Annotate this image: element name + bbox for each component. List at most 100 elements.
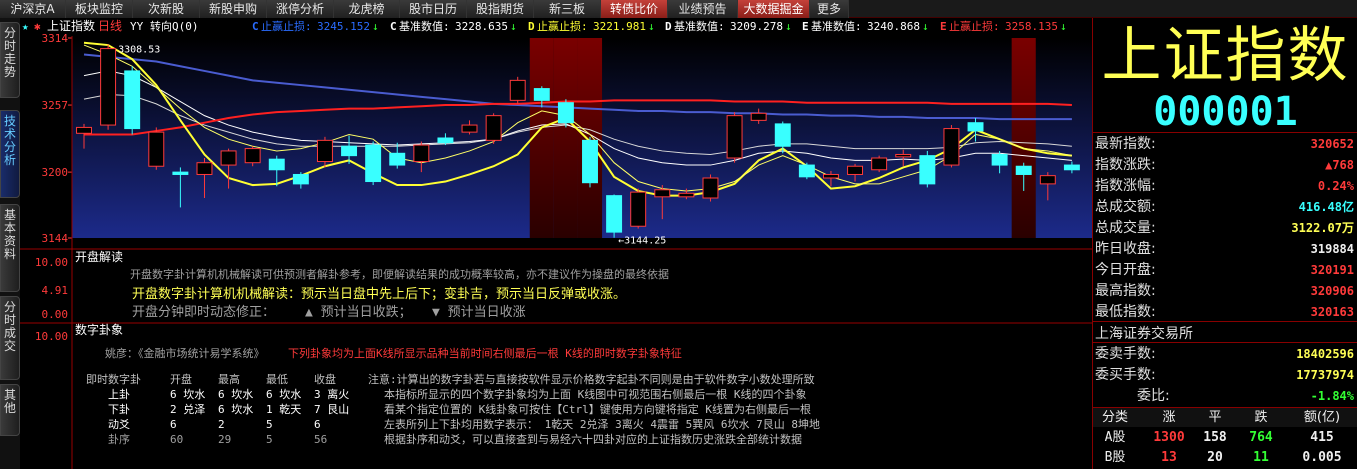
panel2-title: 开盘解读 [75,249,123,264]
yy-label: YY [130,20,144,33]
candle-body [895,153,912,158]
quote-label: 总成交额: [1095,199,1156,215]
candle-body [919,155,936,185]
candle-body [509,79,526,101]
candle-body [750,112,767,121]
candle-body [654,189,671,198]
breadth-cell: A股 [1104,430,1126,445]
candle-body [943,128,960,166]
candle-body [678,192,695,198]
gua-table-header: 收盘 [314,372,336,386]
nav-tab[interactable]: 新三板 [534,0,601,18]
breadth-header-cell: 涨 [1162,410,1176,425]
nav-tab[interactable]: 涨停分析 [267,0,334,18]
gua-table-cell: 2 兑泽 [170,402,205,416]
nav-tab[interactable]: 股指期货 [467,0,534,18]
candle-body [798,164,815,178]
candle-body [148,131,165,167]
left-tab[interactable]: 分时成交 [0,296,20,380]
nav-tab[interactable]: 次新股 [133,0,200,18]
gua-table-header: 最高 [218,372,240,386]
quote-row: 最高指数: 320906 [1093,281,1357,302]
gua-table-cell: 1 乾天 [266,403,301,416]
breadth-header-cell: 跌 [1254,410,1268,425]
header-item-value: 3240.868 [867,20,920,33]
panel2-forecast-down: ▲ 预计当日收跌； [305,304,412,320]
nav-tab[interactable]: 龙虎榜 [334,0,400,18]
gua-table-cell: 卦序 [108,432,130,446]
gua-table-cell: 6 [314,418,321,431]
candle-body [100,48,117,126]
gear-icon[interactable]: ✱ [34,20,41,33]
gua-table-cell: 6 坎水 [218,388,253,401]
candle-body [316,139,333,163]
header-item-value: 3209.278 [730,20,783,33]
left-tab[interactable]: 其他 [0,384,20,436]
quote-row: 指数涨跌: ▲768 [1093,155,1357,176]
panel2-correction-label: 开盘分钟即时动态修正： [132,304,275,320]
gua-table-cell: 6 坎水 [266,388,301,401]
breadth-cell: 11 [1253,450,1269,465]
header-item-prefix: E [940,20,947,33]
indicator-header: ★ ✱ 上证指数 日线 YY 转向Q(0) C 止赢止损: 3245.152 ↓ C 基准… [22,18,1067,33]
left-tab[interactable]: 技术分析 [0,110,20,198]
nav-tab[interactable]: 更多 [810,0,849,18]
breadth-cell: 415 [1310,430,1334,445]
nav-tab[interactable]: 新股申购 [200,0,267,18]
nav-tab[interactable]: 板块监控 [66,0,133,18]
quote-value: 319884 [1310,242,1354,256]
quote-value: 320906 [1310,284,1354,298]
nav-tab[interactable]: 业绩预告 [668,0,738,18]
gua-table-cell: 7 艮山 [314,403,349,416]
breadth-header-cell: 平 [1208,410,1222,425]
header-item-prefix: D [528,20,535,33]
candle-body [389,152,406,166]
down-arrow-icon: ↓ [372,20,379,33]
candle-body [124,70,141,130]
breadth-cell: 13 [1161,450,1177,465]
order-value: -1.84% [1310,389,1354,403]
panel2-ytick: 4.91 [42,284,69,297]
quote-panel: 上证指数 000001 最新指数: 320652 指数涨跌: ▲768 指数涨幅: 0.2… [1092,18,1357,469]
candle-body [533,88,550,101]
nav-tab[interactable]: 股市日历 [400,0,467,18]
gua-table-header: 即时数字卦 [86,372,141,386]
order-label: 委买手数: [1095,367,1156,383]
order-row: 委比: -1.84% [1093,386,1357,407]
quote-label: 最高指数: [1095,283,1156,299]
header-item-prefix: C [390,20,397,33]
breadth-cell: 1300 [1153,430,1185,445]
panel3-title: 数字卦象 [75,322,123,337]
candle-body [341,145,358,157]
quote-value: 416.48亿 [1298,200,1354,214]
candle-body [76,126,92,134]
panel2-forecast-up: ▼ 预计当日收涨 [432,305,526,320]
left-tab[interactable]: 分时走势 [0,22,20,98]
period-label[interactable]: 日线 [98,19,122,33]
breadth-cell: B股 [1104,450,1126,465]
nav-tab[interactable]: 大数据掘金 [738,0,810,18]
down-arrow-icon: ↓ [648,20,655,33]
star-icon[interactable]: ★ [22,20,29,33]
gua-table-cell: 6 坎水 [170,388,205,401]
candle-body [847,165,864,175]
index-name: 上证指数 [47,18,95,33]
panel2-ytick: 0.00 [42,308,69,321]
breadth-cell: 764 [1249,430,1273,445]
candle-body [967,122,984,132]
signal-band [1011,38,1036,238]
header-item-label: 止赢止损: [537,19,588,33]
y-tick-label: 3200 [42,166,69,179]
down-arrow-icon: ↓ [510,20,517,33]
breadth-header-cell: 分类 [1101,410,1128,425]
quote-label: 总成交量: [1095,220,1156,236]
quote-row: 今日开盘: 320191 [1093,260,1357,281]
quote-value: 0.24% [1317,179,1354,193]
low-label: ←3144.25 [618,236,666,247]
left-tab[interactable]: 基本资料 [0,204,20,292]
nav-tab[interactable]: 沪深京A [0,0,66,18]
nav-tab[interactable]: 转债比价 [601,0,668,18]
order-row: 委卖手数: 18402596 [1093,344,1357,365]
chart-area: 3314 3257 3200 3144 3308.53 ←3144.25 ★ ✱ 上证指数… [20,18,1092,469]
y-tick-label: 3257 [42,99,69,112]
